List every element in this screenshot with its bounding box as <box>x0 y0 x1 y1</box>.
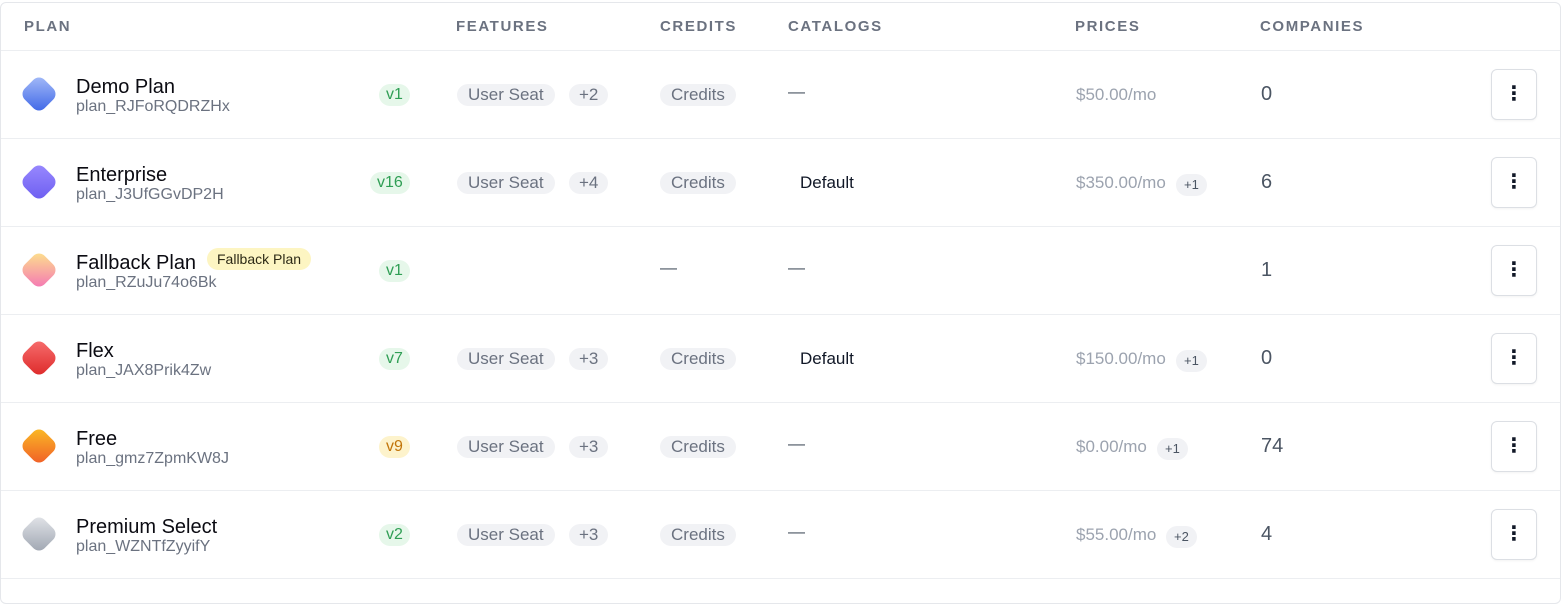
plan-icon <box>19 250 59 290</box>
price-more-badge[interactable]: +2 <box>1166 526 1197 548</box>
more-vertical-icon: ⋮ <box>1504 83 1524 105</box>
table-row[interactable]: Fallback Plan Fallback Plan plan_RZuJu74o6… <box>1 227 1560 315</box>
plan-icon <box>19 162 59 202</box>
more-vertical-icon: ⋮ <box>1504 171 1524 193</box>
plan-name[interactable]: Fallback Plan <box>76 252 196 275</box>
price-more-badge[interactable]: +1 <box>1157 438 1188 460</box>
column-header-catalogs[interactable]: CATALOGS <box>788 18 883 35</box>
plans-table: PLAN FEATURES CREDITS CATALOGS PRICES CO… <box>0 2 1561 604</box>
catalog-empty: — <box>788 82 805 101</box>
row-actions-button[interactable]: ⋮ <box>1491 245 1537 296</box>
plan-icon <box>19 426 59 466</box>
plan-name[interactable]: Demo Plan <box>76 76 175 99</box>
more-vertical-icon: ⋮ <box>1504 523 1524 545</box>
feature-pill: User Seat <box>457 172 555 194</box>
plan-icon <box>19 338 59 378</box>
row-actions-button[interactable]: ⋮ <box>1491 157 1537 208</box>
catalog-value: Default <box>800 173 854 192</box>
version-badge: v1 <box>379 84 410 106</box>
catalog-empty: — <box>788 522 805 541</box>
feature-more-badge[interactable]: +3 <box>569 436 609 458</box>
feature-pill: User Seat <box>457 436 555 458</box>
version-badge: v16 <box>370 172 410 194</box>
plan-name[interactable]: Free <box>76 428 117 451</box>
feature-pill: User Seat <box>457 84 555 106</box>
feature-more-badge[interactable]: +4 <box>569 172 609 194</box>
companies-count: 74 <box>1261 435 1284 457</box>
plan-id: plan_RJFoRQDRZHx <box>76 98 230 115</box>
companies-count: 0 <box>1261 347 1273 369</box>
price-value: $0.00/mo <box>1076 437 1147 456</box>
feature-more-badge[interactable]: +3 <box>569 348 609 370</box>
column-header-companies[interactable]: COMPANIES <box>1260 18 1364 35</box>
table-row[interactable]: Flex plan_JAX8Prik4Zw v7 User Seat +3 Credits… <box>1 315 1560 403</box>
plan-id: plan_WZNTfZyyifY <box>76 538 211 555</box>
version-badge: v1 <box>379 260 410 282</box>
table-row[interactable]: Enterprise plan_J3UfGGvDP2H v16 User Seat +4… <box>1 139 1560 227</box>
column-header-features[interactable]: FEATURES <box>456 18 549 35</box>
row-actions-button[interactable]: ⋮ <box>1491 421 1537 472</box>
companies-count: 0 <box>1261 83 1273 105</box>
catalog-empty: — <box>788 258 805 277</box>
table-header: PLAN FEATURES CREDITS CATALOGS PRICES CO… <box>1 3 1560 51</box>
version-badge: v7 <box>379 348 410 370</box>
plan-icon <box>19 74 59 114</box>
catalog-value: Default <box>800 349 854 368</box>
plan-name[interactable]: Enterprise <box>76 164 167 187</box>
version-badge: v9 <box>379 436 410 458</box>
plan-name[interactable]: Premium Select <box>76 516 217 539</box>
companies-count: 1 <box>1261 259 1273 281</box>
row-actions-button[interactable]: ⋮ <box>1491 69 1537 120</box>
feature-pill: User Seat <box>457 348 555 370</box>
plan-id: plan_J3UfGGvDP2H <box>76 186 224 203</box>
plan-id: plan_JAX8Prik4Zw <box>76 362 212 379</box>
credits-pill: Credits <box>660 172 736 194</box>
price-more-badge[interactable]: +1 <box>1176 174 1207 196</box>
more-vertical-icon: ⋮ <box>1504 435 1524 457</box>
plan-id: plan_gmz7ZpmKW8J <box>76 450 229 467</box>
row-actions-button[interactable]: ⋮ <box>1491 333 1537 384</box>
table-row[interactable]: Premium Select plan_WZNTfZyyifY v2 User Sea… <box>1 491 1560 579</box>
price-value: $50.00/mo <box>1076 85 1157 104</box>
catalog-empty: — <box>788 434 805 453</box>
price-value: $350.00/mo <box>1076 173 1166 192</box>
column-header-prices[interactable]: PRICES <box>1075 18 1140 35</box>
credits-pill: Credits <box>660 348 736 370</box>
feature-more-badge[interactable]: +2 <box>569 84 609 106</box>
credits-pill: Credits <box>660 84 736 106</box>
column-header-plan[interactable]: PLAN <box>24 18 71 35</box>
companies-count: 6 <box>1261 171 1273 193</box>
credits-empty: — <box>660 258 677 277</box>
price-value: $55.00/mo <box>1076 525 1157 544</box>
price-more-badge[interactable]: +1 <box>1176 350 1207 372</box>
plan-id: plan_RZuJu74o6Bk <box>76 274 217 291</box>
more-vertical-icon: ⋮ <box>1504 347 1524 369</box>
credits-pill: Credits <box>660 436 736 458</box>
fallback-plan-badge: Fallback Plan <box>207 248 312 270</box>
table-row[interactable]: Free plan_gmz7ZpmKW8J v9 User Seat +3 Credits… <box>1 403 1560 491</box>
more-vertical-icon: ⋮ <box>1504 259 1524 281</box>
plan-icon <box>19 514 59 554</box>
row-actions-button[interactable]: ⋮ <box>1491 509 1537 560</box>
column-header-credits[interactable]: CREDITS <box>660 18 737 35</box>
price-value: $150.00/mo <box>1076 349 1166 368</box>
plan-name[interactable]: Flex <box>76 340 114 363</box>
table-row[interactable]: Demo Plan plan_RJFoRQDRZHx v1 User Seat +2 Cr… <box>1 51 1560 139</box>
